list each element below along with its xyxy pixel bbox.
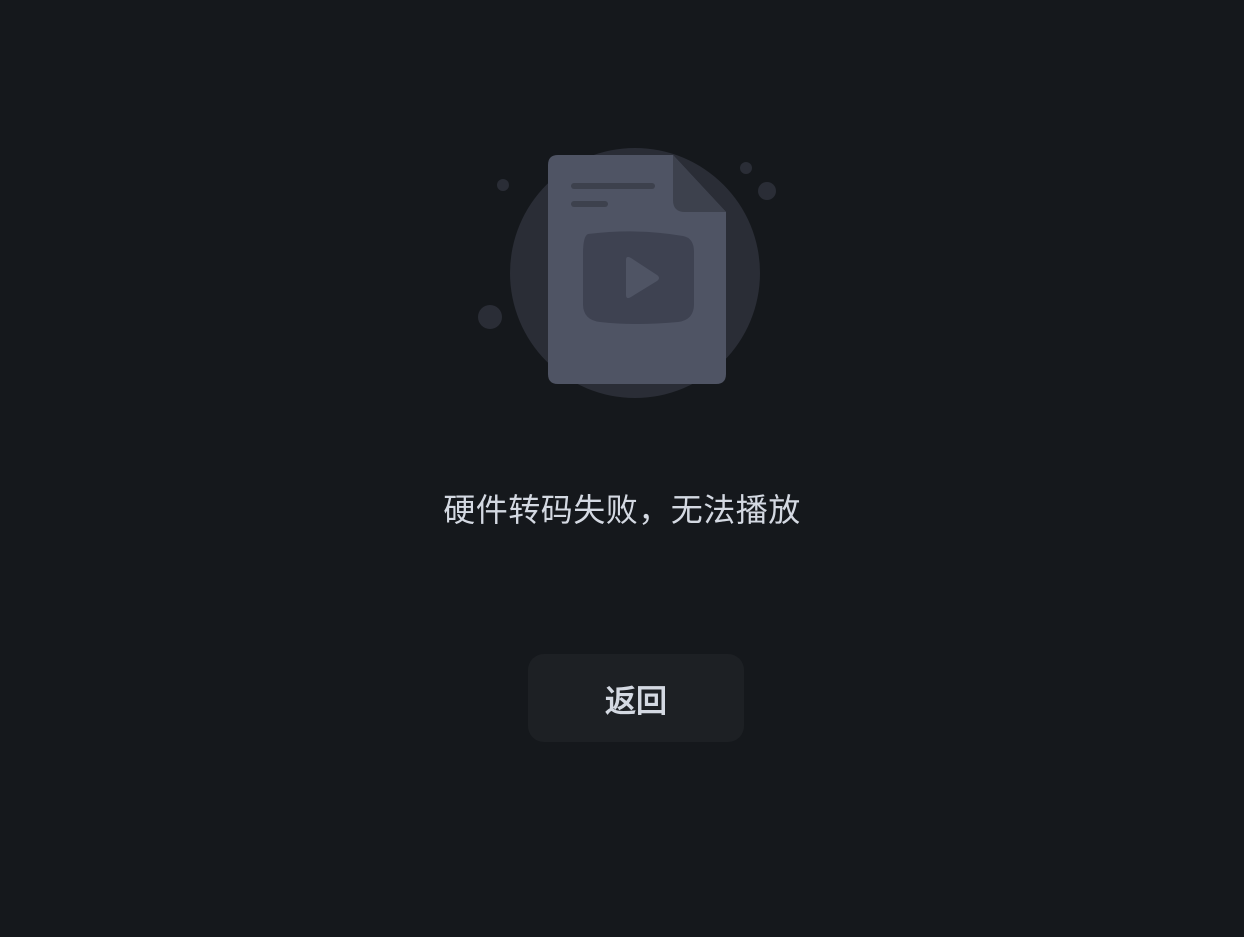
file-line xyxy=(571,201,608,207)
decor-dot xyxy=(758,182,776,200)
decor-dot xyxy=(740,162,752,174)
file-line xyxy=(571,183,655,189)
broken-video-file-icon xyxy=(478,148,776,398)
decor-dot xyxy=(497,179,509,191)
video-error-screen: 硬件转码失败，无法播放 返回 xyxy=(0,0,1244,937)
decor-dot xyxy=(478,305,502,329)
error-message: 硬件转码失败，无法播放 xyxy=(443,491,801,529)
back-button[interactable]: 返回 xyxy=(528,654,744,742)
